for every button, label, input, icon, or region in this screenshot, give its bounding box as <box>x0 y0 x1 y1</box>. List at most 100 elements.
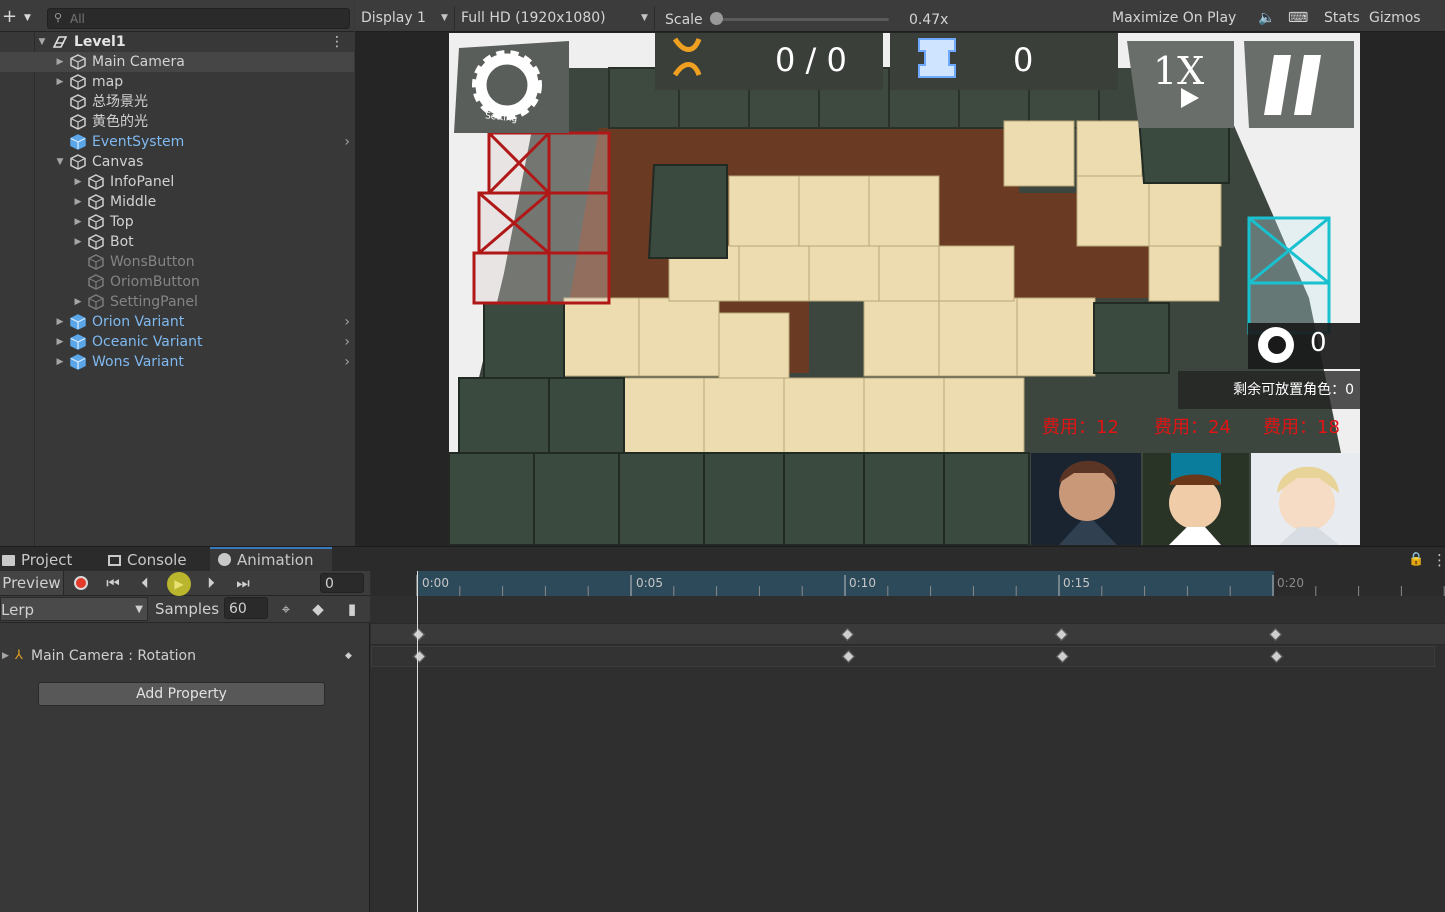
keyframe[interactable] <box>1270 650 1283 663</box>
hierarchy-item[interactable]: ▶ Orion Variant › <box>0 312 354 332</box>
playhead[interactable] <box>417 571 418 912</box>
mute-audio-icon[interactable]: 🔈 <box>1258 8 1275 28</box>
add-keyframe-icon[interactable]: ◆ <box>306 597 330 621</box>
operator-card-1[interactable] <box>1031 453 1141 545</box>
expand-arrow-icon[interactable]: ▶ <box>72 212 84 232</box>
expand-arrow-icon[interactable]: ▶ <box>72 192 84 212</box>
gizmos-toggle[interactable]: Gizmos <box>1369 8 1421 28</box>
expand-arrow-icon[interactable]: ▶ <box>72 292 84 312</box>
expand-arrow-icon[interactable]: ▶ <box>54 332 66 352</box>
open-prefab-arrow-icon[interactable]: › <box>344 312 350 332</box>
scale-slider-handle[interactable] <box>710 12 723 25</box>
hierarchy-item[interactable]: 总场景光 <box>0 92 354 112</box>
time-ruler[interactable]: 0:00 0:05 0:10 0:15 0:20 <box>371 571 1445 596</box>
lock-icon[interactable]: 🔒 <box>1408 547 1424 572</box>
cost-label-1: 费用：12 <box>1042 417 1119 438</box>
prefab-cube-icon <box>70 334 86 350</box>
hierarchy-search[interactable]: ⚲ <box>47 8 350 29</box>
first-keyframe-icon[interactable]: ⏮ <box>98 571 128 595</box>
operator-points-panel: 0 <box>1248 323 1360 369</box>
expand-arrow-icon[interactable]: ▶ <box>54 52 66 72</box>
hierarchy-item[interactable]: ▶ Bot <box>0 232 354 252</box>
operator-card-3[interactable] <box>1251 453 1360 545</box>
keyboard-icon[interactable]: ⌨ <box>1288 8 1308 28</box>
keyframe[interactable] <box>841 628 854 641</box>
hierarchy-item-label: OriomButton <box>110 274 200 290</box>
hierarchy-item[interactable]: ▶ Middle <box>0 192 354 212</box>
expand-arrow-icon[interactable]: ▶ <box>54 72 66 92</box>
keyframe[interactable] <box>413 650 426 663</box>
add-property-button[interactable]: Add Property <box>38 682 325 706</box>
speed-toggle-button[interactable]: 1X <box>1153 49 1204 93</box>
gameobject-cube-icon <box>88 194 104 210</box>
keyframe[interactable] <box>1055 628 1068 641</box>
caret-down-icon: ▼ <box>441 13 448 23</box>
expand-arrow-icon[interactable]: ▶ <box>72 232 84 252</box>
prefab-cube-icon <box>70 354 86 370</box>
record-button[interactable] <box>66 571 96 595</box>
hierarchy-item-label: Bot <box>110 234 134 250</box>
hierarchy-item[interactable]: 黄色的光 <box>0 112 354 132</box>
open-prefab-arrow-icon[interactable]: › <box>344 132 350 152</box>
open-prefab-arrow-icon[interactable]: › <box>344 332 350 352</box>
transform-icon: ⅄ <box>15 648 23 663</box>
add-event-icon[interactable]: ▮ <box>340 597 364 621</box>
kebab-menu-icon[interactable]: ⋮ <box>1432 547 1445 572</box>
resolution-dropdown[interactable]: Full HD (1920x1080) ▼ <box>455 6 655 30</box>
keyframe[interactable] <box>1269 628 1282 641</box>
hierarchy-item[interactable]: ▶ Main Camera <box>0 52 354 72</box>
hierarchy-item[interactable]: OriomButton <box>0 272 354 292</box>
preview-toggle[interactable]: Preview <box>0 571 64 595</box>
keyframe-toggle-icon[interactable]: ◆ <box>345 646 352 666</box>
expand-arrow-icon[interactable]: ▶ <box>72 172 84 192</box>
operator-card-2[interactable] <box>1143 453 1249 545</box>
open-prefab-arrow-icon[interactable]: › <box>344 352 350 372</box>
play-button[interactable]: ▶ <box>164 571 194 596</box>
hierarchy-item[interactable]: EventSystem › <box>0 132 354 152</box>
keyframe[interactable] <box>842 650 855 663</box>
tab-animation[interactable]: Animation <box>210 547 332 572</box>
hierarchy-item[interactable]: WonsButton <box>0 252 354 272</box>
hierarchy-item[interactable]: ▶ Top <box>0 212 354 232</box>
keyframe[interactable] <box>412 628 425 641</box>
hierarchy-item[interactable]: ▶ map <box>0 72 354 92</box>
scale-slider[interactable] <box>717 18 889 21</box>
previous-keyframe-icon[interactable]: ⏴ <box>130 571 160 595</box>
dopesheet[interactable]: 0:00 0:05 0:10 0:15 0:20 <box>371 571 1445 912</box>
hierarchy-search-input[interactable] <box>70 10 340 27</box>
bottom-dock-tabs: Project Console Animation 🔒 ⋮ <box>0 546 1445 572</box>
display-dropdown[interactable]: Display 1 ▼ <box>355 6 455 30</box>
tab-console[interactable]: Console <box>108 547 208 572</box>
keyframe[interactable] <box>1056 650 1069 663</box>
frame-field[interactable]: 0 <box>320 573 364 593</box>
interpolation-dropdown[interactable]: Lerp ▼ <box>0 597 148 621</box>
next-keyframe-icon[interactable]: ⏵ <box>196 571 226 595</box>
collapse-arrow-icon[interactable]: ▼ <box>36 32 48 52</box>
tab-project[interactable]: Project <box>2 547 102 572</box>
folder-icon <box>2 555 15 566</box>
game-render[interactable]: Setting 0 / 0 0 1X 0 剩余可放置角色：0 费用：12 费用：… <box>449 33 1360 545</box>
last-keyframe-icon[interactable]: ⏭ <box>228 571 258 595</box>
expand-arrow-icon[interactable]: ▶ <box>54 312 66 332</box>
hierarchy-item[interactable]: ▶ InfoPanel <box>0 172 354 192</box>
hierarchy-item-label: 黄色的光 <box>92 114 148 130</box>
samples-field[interactable]: 60 <box>224 597 268 619</box>
gameobject-cube-icon <box>88 214 104 230</box>
hierarchy-item[interactable]: ▶ Wons Variant › <box>0 352 354 372</box>
hierarchy-item[interactable]: ▼ Level1 ⋮ <box>0 32 354 52</box>
scene-menu-icon[interactable]: ⋮ <box>330 32 344 52</box>
hierarchy-item[interactable]: ▶ Oceanic Variant › <box>0 332 354 352</box>
cost-label-2: 费用：24 <box>1154 417 1231 438</box>
stats-toggle[interactable]: Stats <box>1324 8 1360 28</box>
crosshair-icon[interactable]: ⌖ <box>274 597 298 621</box>
expand-arrow-icon[interactable]: ▶ <box>2 646 9 666</box>
gameobject-cube-icon <box>70 94 86 110</box>
collapse-arrow-icon[interactable]: ▼ <box>54 152 66 172</box>
expand-arrow-icon[interactable]: ▶ <box>54 352 66 372</box>
hierarchy-item[interactable]: ▶ SettingPanel <box>0 292 354 312</box>
hierarchy-item[interactable]: ▼ Canvas <box>0 152 354 172</box>
tab-project-label: Project <box>21 551 73 569</box>
property-row[interactable]: ▶ ⅄ Main Camera : Rotation ◆ <box>0 646 370 666</box>
create-dropdown-button[interactable]: + ▼ <box>2 7 36 27</box>
maximize-on-play-toggle[interactable]: Maximize On Play <box>1112 8 1236 28</box>
